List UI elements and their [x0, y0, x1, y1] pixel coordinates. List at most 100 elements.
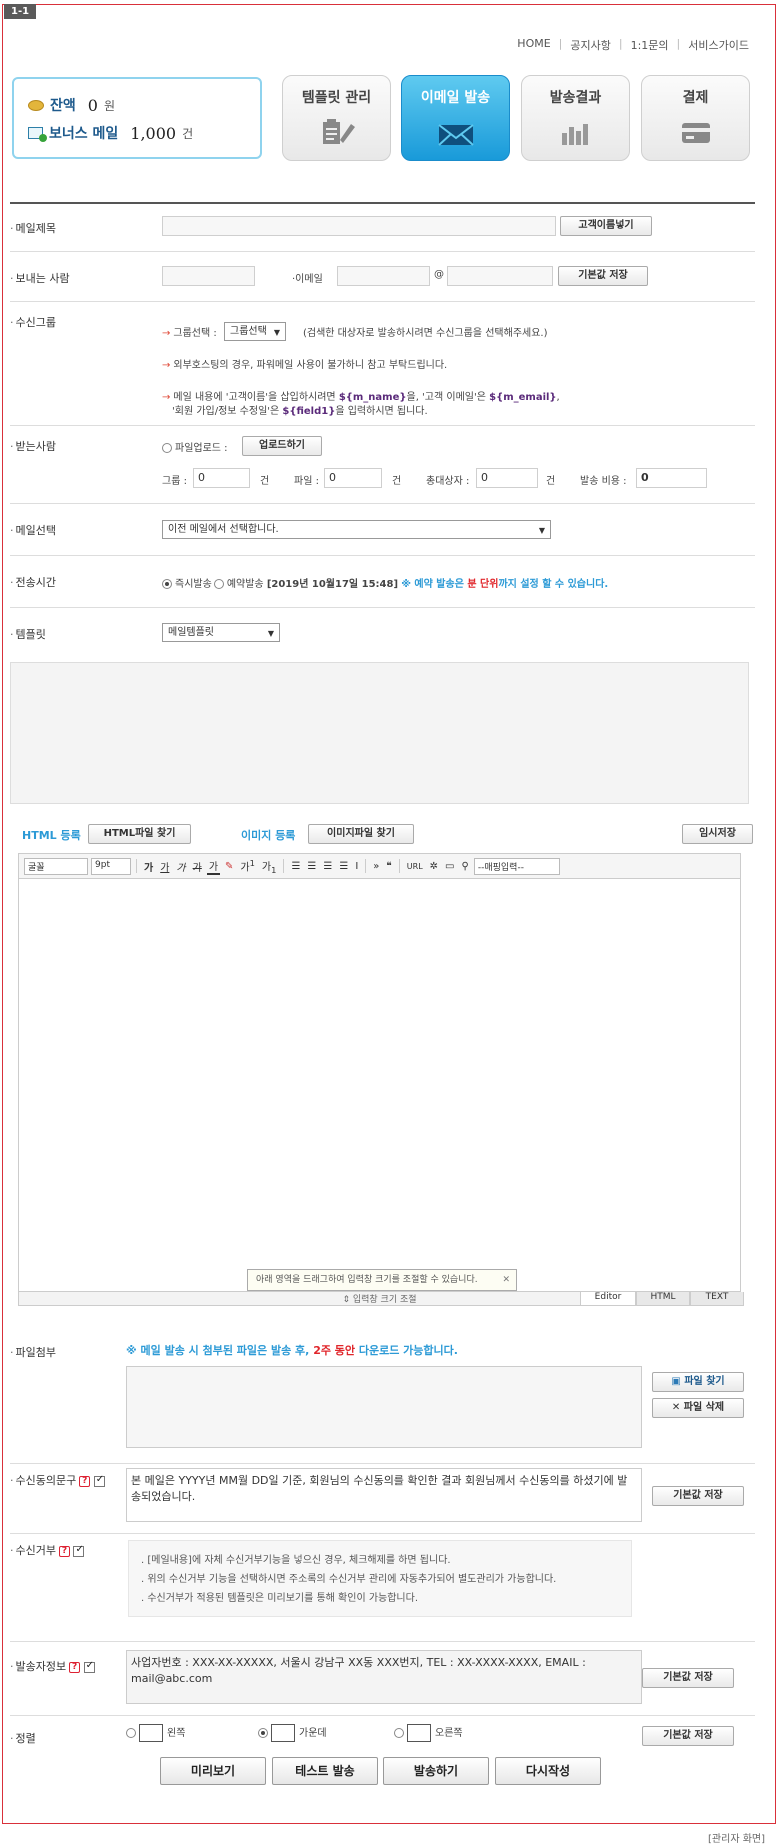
test-send-button[interactable]: 테스트 발송 — [272, 1757, 378, 1785]
send-now-radio[interactable] — [162, 579, 172, 589]
subject-input[interactable] — [162, 216, 556, 236]
align-justify-icon[interactable]: ☰ — [337, 861, 350, 872]
group-select[interactable]: 그룹선택 — [224, 322, 286, 341]
close-icon[interactable]: ✕ — [502, 1270, 510, 1290]
align-left-radio[interactable] — [126, 1728, 136, 1738]
attach-label: 파일첨부 — [10, 1344, 56, 1360]
highlight-icon[interactable]: ✎ — [223, 861, 235, 872]
tab-text[interactable]: TEXT — [690, 1292, 744, 1306]
balance-unit: 원 — [103, 98, 115, 113]
top-nav: HOME | 공지사항 | 1:1문의 | 서비스가이드 — [517, 37, 749, 53]
field-note-c: 을 입력하시면 됩니다. — [335, 406, 428, 417]
previous-mail-select[interactable]: 이전 메일에서 선택합니다. — [162, 520, 551, 539]
align-right-icon — [407, 1724, 431, 1742]
reserve-notice-a: ※ 예약 발송은 — [401, 579, 468, 590]
editor-tabs: Editor HTML TEXT — [580, 1292, 744, 1306]
resize-handle-label: 입력창 크기 조절 — [352, 1295, 417, 1305]
row-group: 수신그룹 →그룹선택 : 그룹선택 (검색한 대상자로 발송하시려면 수신그룹을… — [10, 302, 755, 426]
send-button[interactable]: 발송하기 — [383, 1757, 489, 1785]
special-char-icon[interactable]: ✲ — [428, 861, 440, 872]
consent-text[interactable]: 본 메일은 YYYY년 MM월 DD일 기준, 회원님의 수신동의를 확인한 결… — [126, 1468, 642, 1522]
align-left-icon — [139, 1724, 163, 1742]
font-color-icon[interactable]: 가 — [206, 858, 221, 875]
sender-name-input[interactable] — [162, 266, 255, 286]
row-send-time: 전송시간 즉시발송 예약발송 [2019년 10월17일 15:48] ※ 예약 … — [10, 556, 755, 608]
consent-label: 수신동의문구? — [10, 1472, 105, 1488]
menu-payment-label: 결제 — [682, 90, 709, 106]
reserve-radio[interactable] — [213, 579, 224, 589]
reserve-notice-b: 분 단위 — [467, 579, 499, 590]
image-file-find-button[interactable]: 이미지파일 찾기 — [308, 824, 414, 844]
email-local-input[interactable] — [337, 266, 430, 286]
sender-info-checkbox[interactable] — [83, 1660, 95, 1673]
link-icon[interactable]: URL — [405, 862, 425, 871]
align-right-icon[interactable]: ☰ — [321, 861, 334, 872]
more-icon[interactable]: » — [371, 861, 381, 872]
nav-home[interactable]: HOME — [517, 37, 550, 53]
attach-list[interactable] — [126, 1366, 642, 1448]
group-select-label: 그룹선택 : — [173, 328, 217, 339]
menu-template[interactable]: 템플릿 관리 — [282, 75, 391, 161]
help-icon[interactable]: ? — [58, 1545, 70, 1557]
reject-checkbox[interactable] — [73, 1544, 85, 1557]
font-size-select[interactable]: 9pt — [91, 857, 131, 875]
mapping-select[interactable]: --매핑입력-- — [473, 857, 560, 875]
nav-notice[interactable]: 공지사항 — [570, 37, 610, 53]
template-select[interactable]: 메일템플릿 — [162, 623, 280, 642]
tab-html[interactable]: HTML — [636, 1292, 690, 1306]
mail-plus-icon — [28, 127, 47, 142]
subscript-icon[interactable]: 가1 — [260, 858, 279, 875]
email-domain-input[interactable] — [447, 266, 553, 286]
align-right-radio[interactable] — [394, 1728, 404, 1738]
align-left-icon[interactable]: ☰ — [289, 861, 302, 872]
help-icon[interactable]: ? — [79, 1475, 91, 1487]
total-count: 0 — [476, 468, 538, 488]
align-center-radio[interactable] — [258, 1728, 268, 1738]
balance-label: 잔액 — [50, 98, 76, 114]
sender-info-text[interactable]: 사업자번호 : XXX-XX-XXXXX, 서울시 강남구 XX동 XXX번지,… — [126, 1650, 642, 1704]
superscript-glyph: 가 — [240, 862, 250, 874]
underline-icon[interactable]: 가 — [158, 859, 171, 874]
strikethrough-icon[interactable]: 가 — [191, 859, 204, 874]
align-center-icon[interactable]: ☰ — [305, 861, 318, 872]
menu-send-result-label: 발송결과 — [549, 90, 602, 106]
superscript-icon[interactable]: 가1 — [238, 858, 257, 873]
consent-save-default-button[interactable]: 기본값 저장 — [652, 1486, 744, 1506]
table-icon[interactable]: ▭ — [443, 861, 456, 872]
file-find-button[interactable]: ▣ 파일 찾기 — [652, 1372, 744, 1392]
file-delete-button[interactable]: ✕ 파일 삭제 — [652, 1398, 744, 1418]
bold-icon[interactable]: 가 — [142, 859, 155, 874]
font-family-select[interactable]: 굴꼴 — [24, 857, 88, 875]
search-icon[interactable]: ⚲ — [460, 861, 471, 872]
field-note-a: '회원 가입/정보 수정일'은 — [172, 406, 283, 417]
preview-button[interactable]: 미리보기 — [160, 1757, 266, 1785]
upload-button[interactable]: 업로드하기 — [242, 436, 322, 456]
reserve-label: 예약발송 — [226, 579, 264, 590]
tab-editor[interactable]: Editor — [580, 1292, 636, 1306]
italic-icon[interactable]: 가 — [174, 859, 187, 874]
row-recipient: 받는사람 파일업로드 : 업로드하기 그룹 : 0 건 파일 : 0 건 총대상… — [10, 426, 755, 504]
at-sign: @ — [434, 269, 444, 280]
group-select-hint: (검색한 대상자로 발송하시려면 수신그룹을 선택해주세요.) — [303, 328, 548, 339]
line-height-icon[interactable]: Ⅰ — [353, 861, 360, 872]
menu-send-result[interactable]: 발송결과 — [521, 75, 630, 161]
bonus-label: 보너스 메일 — [49, 126, 119, 142]
align-save-default-button[interactable]: 기본값 저장 — [642, 1726, 734, 1746]
reset-button[interactable]: 다시작성 — [495, 1757, 601, 1785]
file-upload-radio[interactable] — [162, 443, 172, 453]
reserve-datetime[interactable]: [2019년 10월17일 15:48] — [267, 579, 398, 590]
consent-checkbox[interactable] — [93, 1474, 105, 1487]
menu-email-send[interactable]: 이메일 발송 — [401, 75, 510, 161]
insert-name-button[interactable]: 고객이름넣기 — [560, 216, 652, 236]
reject-notes: . [메일내용]에 자체 수신거부기능을 넣으신 경우, 체크해제를 하면 됩니… — [128, 1540, 632, 1617]
quote-icon[interactable]: ❝ — [384, 861, 393, 872]
nav-guide[interactable]: 서비스가이드 — [688, 37, 749, 53]
temp-save-button[interactable]: 임시저장 — [682, 824, 753, 844]
menu-payment[interactable]: 결제 — [641, 75, 750, 161]
nav-inquiry[interactable]: 1:1문의 — [631, 37, 669, 53]
html-file-find-button[interactable]: HTML파일 찾기 — [88, 824, 191, 844]
sender-info-save-default-button[interactable]: 기본값 저장 — [642, 1668, 734, 1688]
sender-save-default-button[interactable]: 기본값 저장 — [558, 266, 648, 286]
reject-note: . 위의 수신거부 기능을 선택하시면 주소록의 수신거부 관리에 자동추가되어… — [141, 1574, 557, 1585]
help-icon[interactable]: ? — [69, 1661, 81, 1673]
